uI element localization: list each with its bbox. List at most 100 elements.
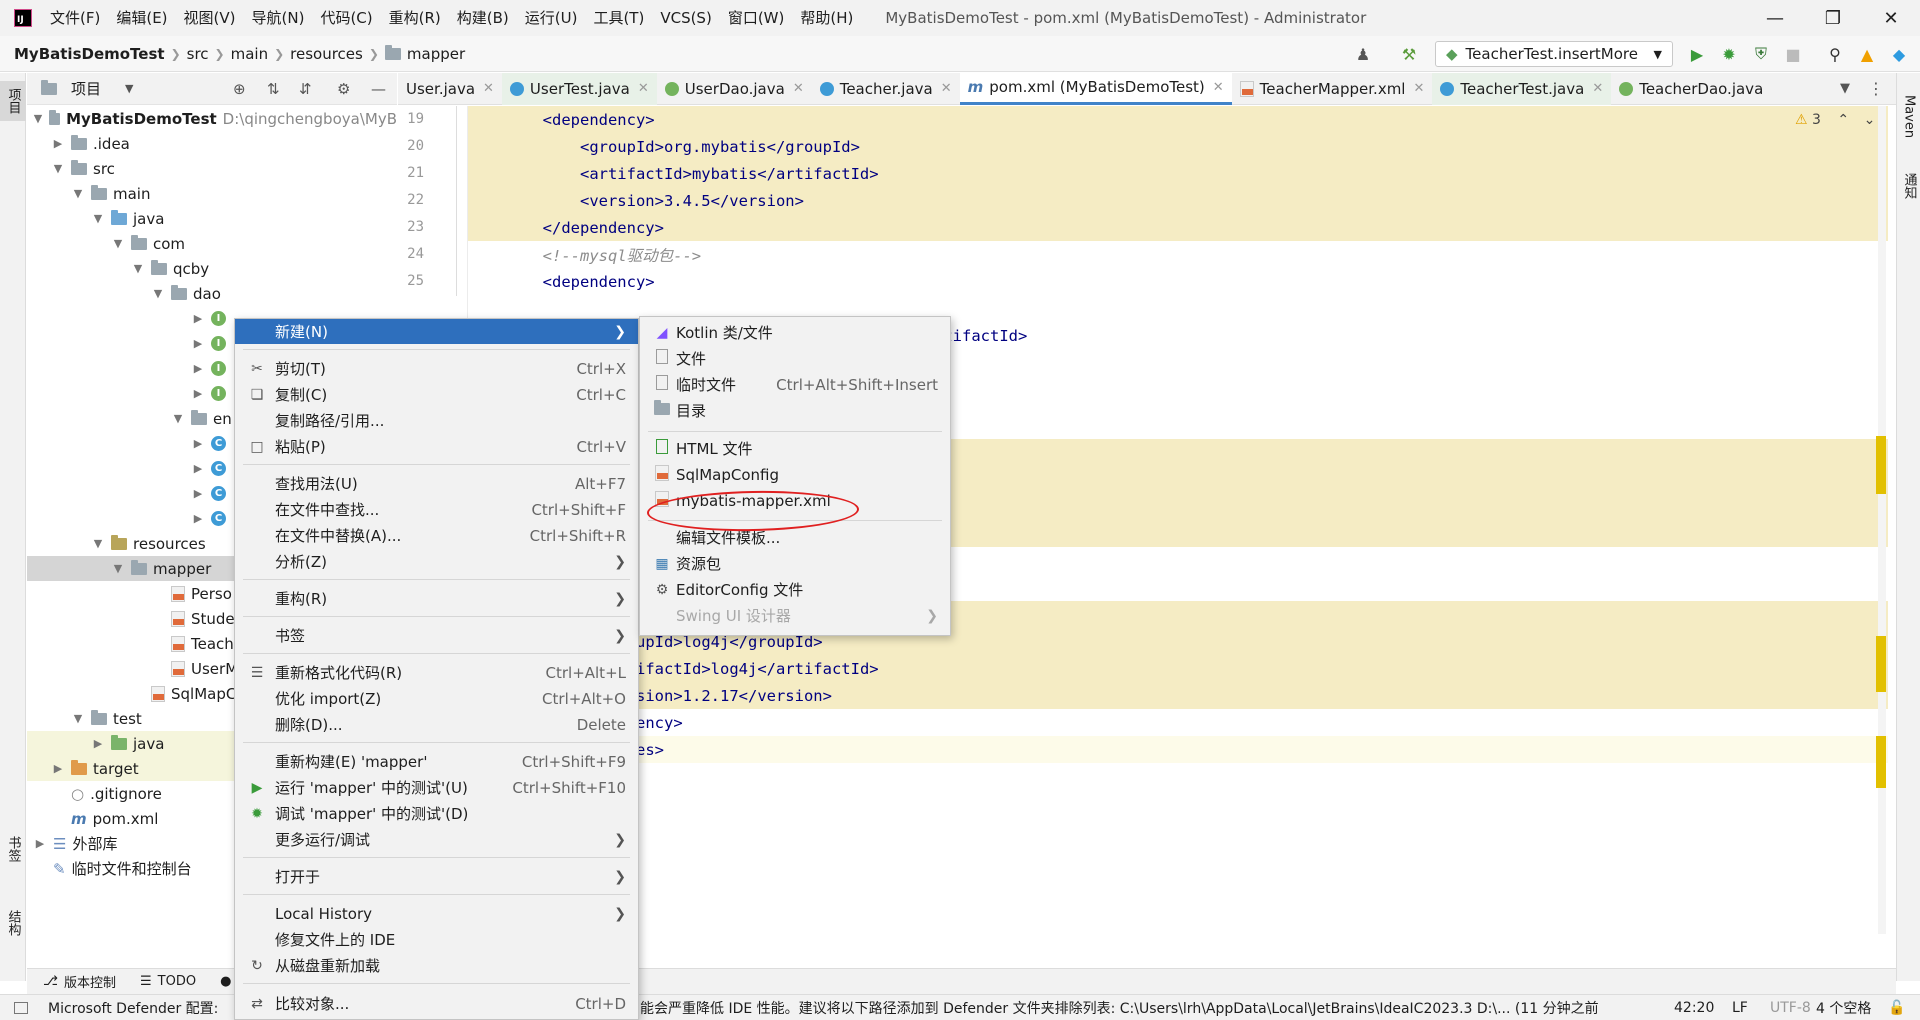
- breadcrumb-mapper[interactable]: mapper: [407, 45, 465, 63]
- hide-icon[interactable]: —: [371, 80, 386, 98]
- tree-node-idea[interactable]: ▶ .idea: [27, 131, 397, 156]
- debug-icon[interactable]: ✹: [1718, 43, 1740, 65]
- chevron-down-icon[interactable]: ▼: [1840, 81, 1850, 96]
- menu-view[interactable]: 视图(V): [176, 0, 244, 36]
- notifications-tool-tab[interactable]: 通知: [1897, 163, 1920, 209]
- build-hammer-icon[interactable]: ⚒: [1398, 43, 1420, 65]
- menu-item-cut[interactable]: ✂ 剪切(T) Ctrl+X: [235, 356, 638, 381]
- breadcrumb-project[interactable]: MyBatisDemoTest: [14, 45, 165, 63]
- close-icon[interactable]: ✕: [793, 81, 804, 96]
- line-separator[interactable]: LF: [1732, 1000, 1748, 1016]
- lock-icon[interactable]: 🔓: [1888, 1000, 1905, 1016]
- stop-icon[interactable]: ■: [1782, 43, 1804, 65]
- menu-item-find-usages[interactable]: 查找用法(U) Alt+F7: [235, 471, 638, 496]
- tab-usertest-java[interactable]: UserTest.java ✕: [501, 72, 657, 105]
- todo-tool[interactable]: ☰ TODO: [140, 974, 196, 989]
- menu-vcs[interactable]: VCS(S): [652, 0, 719, 36]
- version-control-tool[interactable]: ⎇ 版本控制: [43, 972, 116, 991]
- chevron-up-icon[interactable]: ⌃: [1837, 112, 1849, 128]
- tab-pom-xml[interactable]: m pom.xml (MyBatisDemoTest) ✕: [959, 72, 1232, 105]
- menu-item-repair-ide[interactable]: 修复文件上的 IDE: [235, 927, 638, 952]
- menu-item-copy[interactable]: ❏ 复制(C) Ctrl+C: [235, 382, 638, 407]
- user-icon[interactable]: ♟: [1352, 43, 1374, 65]
- submenu-item-scratch[interactable]: 临时文件 Ctrl+Alt+Shift+Insert: [640, 372, 950, 397]
- run-icon[interactable]: ▶: [1686, 43, 1708, 65]
- menu-item-compare-with[interactable]: ⇄ 比较对象... Ctrl+D: [235, 991, 638, 1016]
- menu-item-copy-path[interactable]: 复制路径/引用...: [235, 408, 638, 433]
- gear-icon[interactable]: ⚙: [337, 80, 350, 98]
- structure-tool-tab[interactable]: 结构: [0, 903, 26, 943]
- tree-node-src[interactable]: ▼ src: [27, 156, 397, 181]
- chevron-down-icon[interactable]: ▼: [125, 82, 133, 95]
- menu-edit[interactable]: 编辑(E): [108, 0, 175, 36]
- menu-build[interactable]: 构建(B): [449, 0, 517, 36]
- menu-window[interactable]: 窗口(W): [720, 0, 793, 36]
- locate-icon[interactable]: ⊕: [233, 80, 246, 98]
- tree-node-java[interactable]: ▼ java: [27, 206, 397, 231]
- tree-node-com[interactable]: ▼ com: [27, 231, 397, 256]
- close-icon[interactable]: ✕: [1592, 81, 1603, 96]
- indent-setting[interactable]: 4 个空格: [1816, 998, 1871, 1018]
- update-icon[interactable]: ▲: [1856, 43, 1878, 65]
- coverage-icon[interactable]: ⛨: [1750, 43, 1772, 65]
- more-options-icon[interactable]: ⋮: [1868, 79, 1884, 98]
- close-icon[interactable]: ✕: [1862, 0, 1920, 36]
- menu-navigate[interactable]: 导航(N): [244, 0, 313, 36]
- chevron-down-icon[interactable]: ⌄: [1864, 112, 1876, 128]
- collapse-all-icon[interactable]: ⇵: [299, 80, 312, 98]
- problems-icon[interactable]: ●: [220, 974, 231, 989]
- cursor-position[interactable]: 42:20: [1674, 1000, 1714, 1016]
- submenu-item-edit-templates[interactable]: 编辑文件模板...: [640, 525, 950, 550]
- tree-node-dao[interactable]: ▼ dao: [27, 281, 397, 306]
- close-icon[interactable]: ✕: [483, 81, 494, 96]
- file-encoding[interactable]: UTF-8: [1770, 1000, 1811, 1016]
- submenu-item-directory[interactable]: 目录: [640, 398, 950, 423]
- run-config-selector[interactable]: ◆ TeacherTest.insertMore ▼: [1435, 41, 1673, 67]
- inspection-widget[interactable]: ⚠ 3 ⌃ ⌄: [1795, 112, 1875, 128]
- status-message-right[interactable]: 能会严重降低 IDE 性能。建议将以下路径添加到 Defender 文件夹排除列…: [640, 998, 1599, 1018]
- menu-file[interactable]: 文件(F): [42, 0, 108, 36]
- menu-item-paste[interactable]: □ 粘贴(P) Ctrl+V: [235, 434, 638, 459]
- menu-item-analyze[interactable]: 分析(Z) ❯: [235, 549, 638, 574]
- expand-all-icon[interactable]: ⇅: [267, 80, 280, 98]
- menu-item-find-in-files[interactable]: 在文件中查找... Ctrl+Shift+F: [235, 497, 638, 522]
- tree-node-project-root[interactable]: ▼ MyBatisDemoTest D:\qingchengboya\MyB: [27, 106, 397, 131]
- submenu-item-resource-bundle[interactable]: ▦ 资源包: [640, 551, 950, 576]
- breadcrumb-resources[interactable]: resources: [290, 45, 363, 63]
- tree-node-qcby[interactable]: ▼ qcby: [27, 256, 397, 281]
- menu-run[interactable]: 运行(U): [517, 0, 586, 36]
- submenu-item-kotlin[interactable]: ◢ Kotlin 类/文件: [640, 320, 950, 345]
- menu-item-reformat[interactable]: ☰ 重新格式化代码(R) Ctrl+Alt+L: [235, 660, 638, 685]
- submenu-item-html[interactable]: HTML 文件: [640, 436, 950, 461]
- menu-item-local-history[interactable]: Local History ❯: [235, 901, 638, 926]
- layout-icon[interactable]: [14, 1001, 28, 1014]
- minimize-icon[interactable]: —: [1746, 0, 1804, 36]
- menu-item-debug-tests[interactable]: ✹ 调试 'mapper' 中的测试'(D): [235, 801, 638, 826]
- close-icon[interactable]: ✕: [638, 81, 649, 96]
- status-message-left[interactable]: Microsoft Defender 配置:: [48, 998, 218, 1018]
- menu-item-new[interactable]: 新建(N) ❯: [235, 319, 638, 344]
- menu-item-refactor[interactable]: 重构(R) ❯: [235, 586, 638, 611]
- menu-item-rebuild[interactable]: 重新构建(E) 'mapper' Ctrl+Shift+F9: [235, 749, 638, 774]
- tab-teacherdao-java[interactable]: TeacherDao.java: [1611, 73, 1771, 105]
- tab-user-java[interactable]: User.java ✕: [398, 73, 502, 105]
- project-tool-tab[interactable]: 项目: [0, 81, 26, 121]
- close-icon[interactable]: ✕: [941, 81, 952, 96]
- close-icon[interactable]: ✕: [1413, 81, 1424, 96]
- project-panel-title[interactable]: 项目: [71, 78, 101, 99]
- menu-item-reload-from-disk[interactable]: ↻ 从磁盘重新加载: [235, 953, 638, 978]
- menu-refactor[interactable]: 重构(R): [381, 0, 449, 36]
- menu-item-replace-in-files[interactable]: 在文件中替换(A)... Ctrl+Shift+R: [235, 523, 638, 548]
- maven-tool-tab[interactable]: Maven: [1897, 87, 1920, 147]
- menu-item-more-run-debug[interactable]: 更多运行/调试 ❯: [235, 827, 638, 852]
- menu-item-delete[interactable]: 删除(D)... Delete: [235, 712, 638, 737]
- submenu-item-swing-ui[interactable]: Swing UI 设计器 ❯: [640, 603, 950, 628]
- breadcrumb-src[interactable]: src: [187, 45, 209, 63]
- tab-teacher-java[interactable]: Teacher.java ✕: [812, 73, 960, 105]
- menu-item-bookmarks[interactable]: 书签 ❯: [235, 623, 638, 648]
- tab-teachermapper-xml[interactable]: TeacherMapper.xml ✕: [1232, 73, 1433, 105]
- bookmarks-tool-tab[interactable]: 书签: [0, 829, 26, 869]
- menu-help[interactable]: 帮助(H): [792, 0, 861, 36]
- tab-teachertest-java[interactable]: TeacherTest.java ✕: [1432, 72, 1612, 105]
- tab-userdao-java[interactable]: UserDao.java ✕: [657, 73, 812, 105]
